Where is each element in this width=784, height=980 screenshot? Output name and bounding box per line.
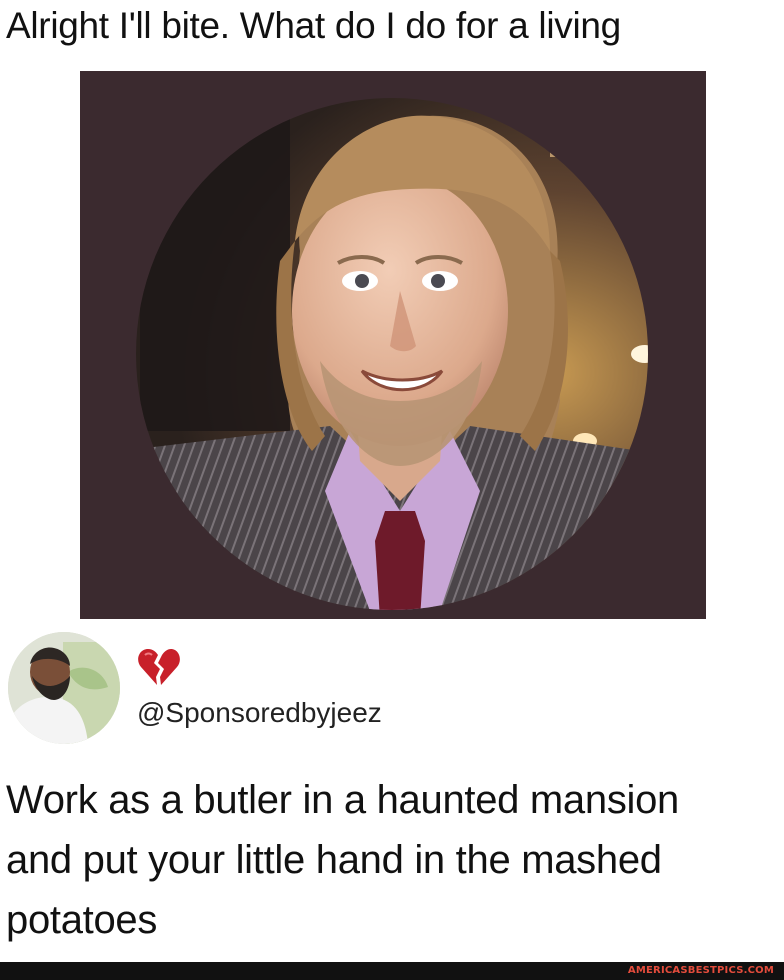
reply-text-line: potatoes [6, 898, 158, 942]
reply-text-line: and put your little hand in the mashed [6, 838, 662, 882]
reply-header: @Sponsoredbyjeez [0, 622, 784, 752]
avatar-image [8, 632, 120, 744]
avatar[interactable] [8, 632, 120, 744]
reply-text: Work as a butler in a haunted mansion an… [6, 770, 778, 950]
profile-photo-panel [80, 71, 706, 619]
profile-photo [136, 98, 648, 610]
reply-handle[interactable]: @Sponsoredbyjeez [137, 696, 382, 730]
watermark-bar: AMERICASBESTPICS.COM [0, 962, 784, 980]
broken-heart-icon [138, 649, 180, 685]
reply-text-line: Work as a butler in a haunted mansion [6, 778, 680, 822]
post-caption: Alright I'll bite. What do I do for a li… [6, 5, 621, 46]
watermark: AMERICASBESTPICS.COM [627, 965, 774, 976]
